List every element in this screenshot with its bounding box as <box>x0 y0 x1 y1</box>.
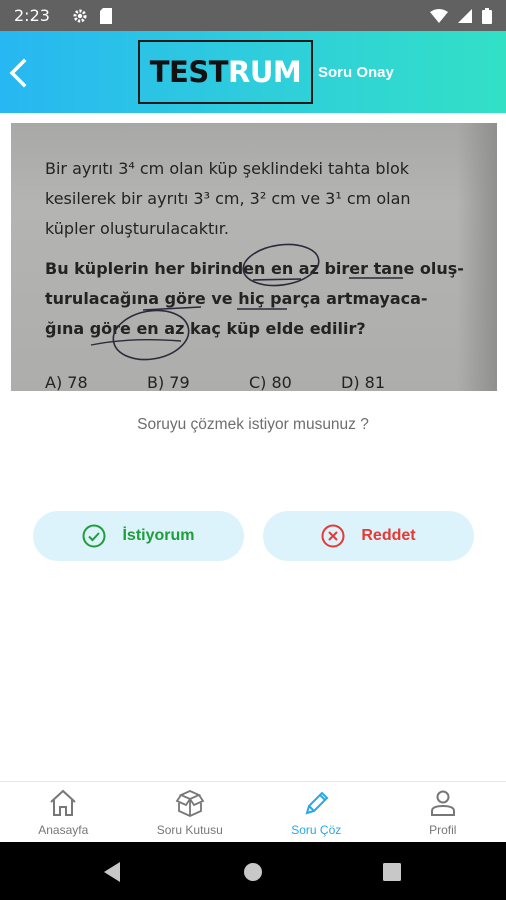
testrum-logo: TEST RUM <box>138 40 313 104</box>
logo-text-test: TEST <box>149 55 229 89</box>
settings-gear-icon <box>73 9 87 22</box>
nav-label-home: Anasayfa <box>38 823 89 837</box>
back-arrow-icon <box>9 58 27 88</box>
question-photo: Bir ayrıtı 3⁴ cm olan küp şeklindeki tah… <box>11 123 497 391</box>
signal-icon <box>458 8 472 23</box>
status-bar: 2:23 <box>0 0 506 31</box>
reject-button[interactable]: Reddet <box>263 511 474 561</box>
nav-label-question-box: Soru Kutusu <box>156 823 223 837</box>
system-recents-icon[interactable] <box>383 863 401 881</box>
box-icon <box>175 790 205 817</box>
accept-button[interactable]: İstiyorum <box>33 511 244 561</box>
back-button[interactable] <box>4 53 40 93</box>
status-time: 2:23 <box>14 6 50 25</box>
page-title: Soru Onay <box>318 64 394 81</box>
bottom-navigation: Anasayfa Soru Kutusu Soru Çöz Profil <box>0 781 506 842</box>
nav-item-home[interactable]: Anasayfa <box>0 782 127 842</box>
nav-item-profile[interactable]: Profil <box>380 782 506 842</box>
logo-text-rum: RUM <box>228 55 302 89</box>
close-circle-icon <box>321 524 345 548</box>
pen-annotations <box>90 243 403 361</box>
nav-label-profile: Profil <box>429 823 457 837</box>
home-icon <box>50 789 76 816</box>
nav-item-solve-question[interactable]: Soru Çöz <box>253 782 380 842</box>
system-back-icon[interactable] <box>102 861 122 883</box>
nav-label-solve-question: Soru Çöz <box>291 823 342 837</box>
system-home-icon[interactable] <box>243 862 263 882</box>
app-bar: TEST RUM Soru Onay <box>0 31 506 113</box>
accept-button-label: İstiyorum <box>122 527 195 544</box>
sd-card-icon <box>99 7 112 24</box>
confirm-prompt: Soruyu çözmek istiyor musunuz ? <box>137 416 369 433</box>
reject-button-label: Reddet <box>361 527 416 544</box>
system-navigation-bar <box>0 842 506 900</box>
battery-icon <box>482 7 492 24</box>
nav-item-question-box[interactable]: Soru Kutusu <box>127 782 254 842</box>
person-icon <box>430 790 455 816</box>
check-circle-icon <box>82 524 106 548</box>
wifi-icon <box>430 8 448 23</box>
pencil-icon <box>305 791 329 815</box>
